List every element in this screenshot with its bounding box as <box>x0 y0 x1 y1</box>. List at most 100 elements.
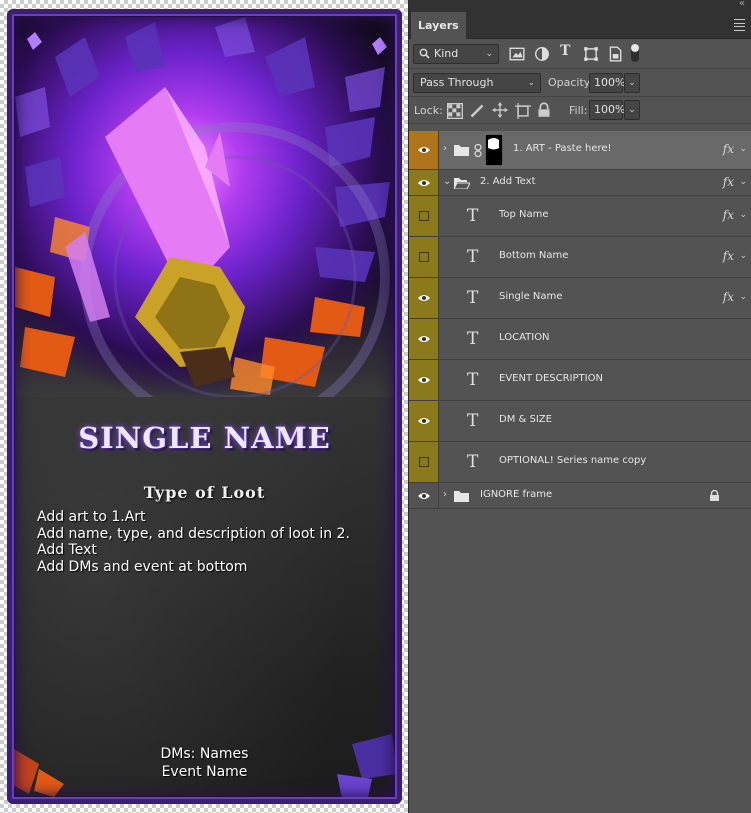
panel-header-bar: « <box>409 0 751 12</box>
text-layer-icon: T <box>467 411 479 431</box>
lock-artboard-icon[interactable] <box>515 103 531 119</box>
layers-panel: « Layers Kind ⌄ T Pass Through ⌄ Opacity… <box>408 0 751 813</box>
shape-filter-icon[interactable] <box>583 46 599 62</box>
layer-row-ignore-frame[interactable]: › IGNORE frame <box>409 483 751 509</box>
layer-name: IGNORE frame <box>480 488 553 500</box>
visibility-toggle[interactable] <box>409 170 439 195</box>
eye-icon <box>418 295 430 301</box>
eye-icon <box>418 336 430 342</box>
chevron-down-icon[interactable]: ⌄ <box>739 210 747 220</box>
visibility-toggle[interactable] <box>409 401 439 441</box>
text-layer-icon: T <box>467 206 479 226</box>
layer-name: 2. Add Text <box>480 175 536 187</box>
instruction-line: Add name, type, and description of loot … <box>37 525 350 542</box>
eye-icon <box>418 377 430 383</box>
filter-row: Kind ⌄ T <box>409 39 751 69</box>
smart-object-filter-icon[interactable] <box>607 46 623 62</box>
chevron-down-icon: ⌄ <box>485 49 493 59</box>
layer-row-event-description[interactable]: T EVENT DESCRIPTION <box>409 360 751 401</box>
eye-icon <box>418 418 430 424</box>
fx-icon[interactable]: fx <box>723 208 734 222</box>
chevron-down-icon[interactable]: ⌄ <box>739 144 747 154</box>
layer-row-top-name[interactable]: T Top Name fx ⌄ <box>409 196 751 237</box>
type-filter-icon[interactable]: T <box>560 43 576 59</box>
layer-row-optional-series[interactable]: T OPTIONAL! Series name copy <box>409 442 751 483</box>
layer-row-art[interactable]: › 1. ART - Paste here! fx ⌄ <box>409 131 751 170</box>
fx-icon[interactable]: fx <box>723 249 734 263</box>
lock-all-icon[interactable] <box>536 102 552 118</box>
collapse-panel-icon[interactable]: « <box>739 0 745 9</box>
instruction-line: Add Text <box>37 542 97 558</box>
visibility-toggle[interactable] <box>409 196 439 236</box>
chevron-right-icon[interactable]: › <box>443 143 447 154</box>
chevron-down-icon[interactable]: ⌄ <box>739 177 747 187</box>
layer-name: Bottom Name <box>499 250 569 261</box>
eye-icon <box>418 179 430 186</box>
card-art <box>15 17 394 397</box>
visibility-toggle[interactable] <box>409 442 439 482</box>
chevron-down-icon[interactable]: ⌄ <box>443 176 451 187</box>
card-title: SINGLE NAME <box>78 421 331 455</box>
layer-row-bottom-name[interactable]: T Bottom Name fx ⌄ <box>409 237 751 278</box>
layer-name: EVENT DESCRIPTION <box>499 373 603 384</box>
fx-icon[interactable]: fx <box>723 175 734 189</box>
layer-row-location[interactable]: T LOCATION <box>409 319 751 360</box>
layer-name: LOCATION <box>499 332 550 343</box>
layer-list: › 1. ART - Paste here! fx ⌄ ⌄ 2. Add Tex… <box>409 131 751 509</box>
chevron-down-icon[interactable]: ⌄ <box>739 292 747 302</box>
folder-open-icon <box>454 177 470 189</box>
layer-name: 1. ART - Paste here! <box>513 143 612 154</box>
layer-row-dm-size[interactable]: T DM & SIZE <box>409 401 751 442</box>
layer-mask-thumbnail[interactable] <box>485 134 503 166</box>
layer-name: Single Name <box>499 291 563 302</box>
corner-ornament-bottom-left <box>11 749 64 797</box>
corner-ornament-top-right <box>372 37 387 55</box>
visibility-toggle[interactable] <box>409 360 439 400</box>
text-layer-icon: T <box>467 452 479 472</box>
chevron-down-icon[interactable]: ⌄ <box>739 251 747 261</box>
opacity-input[interactable]: 100% <box>589 73 625 93</box>
chevron-right-icon[interactable]: › <box>443 489 447 500</box>
instruction-line: Add DMs and event at bottom <box>37 558 248 575</box>
lock-image-pixels-icon[interactable] <box>469 103 485 119</box>
visibility-toggle[interactable] <box>409 131 439 169</box>
hidden-indicator <box>419 457 429 467</box>
filter-kind-label: Kind <box>434 47 459 60</box>
visibility-toggle[interactable] <box>409 483 439 508</box>
fill-chevron-icon[interactable]: ⌄ <box>624 100 640 120</box>
eye-icon <box>418 147 430 153</box>
panel-menu-icon[interactable] <box>734 19 745 31</box>
text-layer-icon: T <box>467 288 479 308</box>
layer-name: Top Name <box>499 209 549 220</box>
layer-row-single-name[interactable]: T Single Name fx ⌄ <box>409 278 751 319</box>
fx-icon[interactable]: fx <box>723 142 734 156</box>
lock-transparent-pixels-icon[interactable] <box>447 103 463 119</box>
visibility-toggle[interactable] <box>409 237 439 277</box>
filter-kind-dropdown[interactable]: Kind ⌄ <box>413 44 499 64</box>
corner-ornament-top-left <box>27 32 42 50</box>
filter-toggle-knob <box>631 44 639 52</box>
loot-card: SINGLE NAME Type of Loot Add art to 1.Ar… <box>7 9 402 804</box>
filter-toggle[interactable] <box>631 44 639 62</box>
eye-icon <box>418 492 430 499</box>
fill-input[interactable]: 100% <box>589 100 625 120</box>
lock-position-icon[interactable] <box>492 102 508 118</box>
visibility-toggle[interactable] <box>409 278 439 318</box>
blend-mode-dropdown[interactable]: Pass Through ⌄ <box>413 73 541 93</box>
fx-icon[interactable]: fx <box>723 290 734 304</box>
layer-name: DM & SIZE <box>499 414 552 425</box>
blend-row: Pass Through ⌄ Opacity: 100% ⌄ <box>409 69 751 97</box>
adjustment-filter-icon[interactable] <box>534 46 550 62</box>
text-layer-icon: T <box>467 329 479 349</box>
tab-layers[interactable]: Layers <box>411 12 466 39</box>
opacity-chevron-icon[interactable]: ⌄ <box>624 73 640 93</box>
image-filter-icon[interactable] <box>509 46 525 62</box>
lock-label: Lock: <box>414 104 443 117</box>
loot-type: Type of Loot <box>143 483 266 502</box>
visibility-toggle[interactable] <box>409 319 439 359</box>
folder-icon <box>454 490 469 502</box>
layer-row-add-text[interactable]: ⌄ 2. Add Text fx ⌄ <box>409 170 751 196</box>
document-canvas[interactable]: SINGLE NAME Type of Loot Add art to 1.Ar… <box>0 0 408 813</box>
instruction-line: Add art to 1.Art <box>37 509 146 525</box>
blend-mode-value: Pass Through <box>420 76 494 89</box>
